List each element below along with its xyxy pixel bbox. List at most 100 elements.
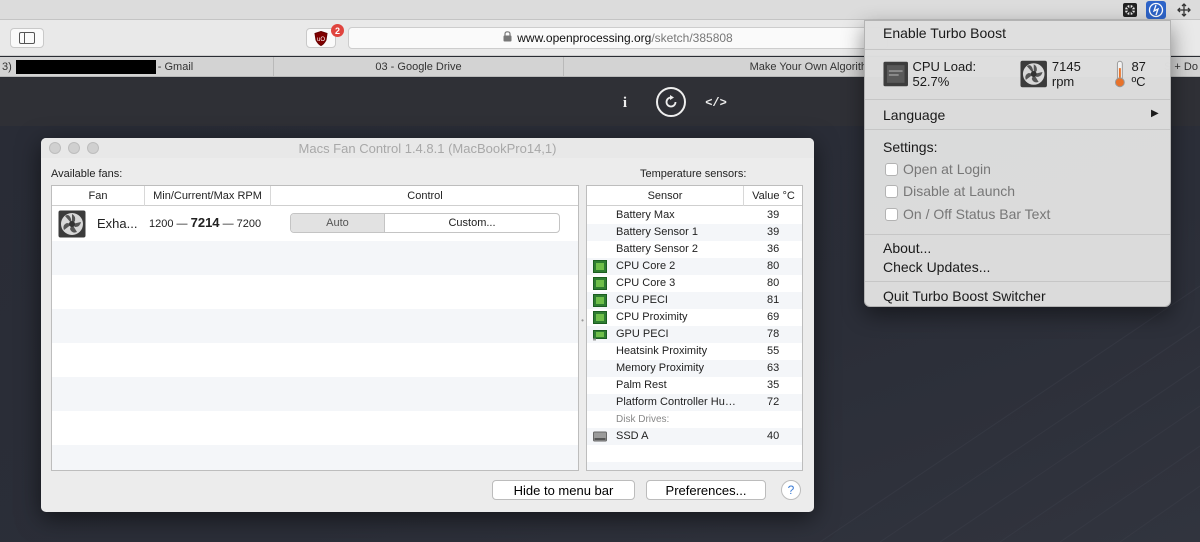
disable-at-launch-label: Disable at Launch <box>903 183 1016 199</box>
hide-to-menu-bar-button[interactable]: Hide to menu bar <box>492 480 635 500</box>
status-bar-text-label: On / Off Status Bar Text <box>903 206 1051 222</box>
tab-google-drive[interactable]: 03 - Google Drive <box>274 57 564 77</box>
sensor-value: 80 <box>767 277 780 289</box>
submenu-arrow-icon: ▶ <box>1151 108 1159 119</box>
sensor-name: Battery Sensor 1 <box>616 226 698 238</box>
fan-rpm-readout: 1200 — 7214 — 7200 <box>149 215 261 230</box>
disable-at-launch-checkbox[interactable]: Disable at Launch <box>885 183 1015 199</box>
available-fans-label: Available fans: <box>51 168 123 180</box>
sensor-row[interactable]: CPU Proximity 69 <box>587 309 802 326</box>
column-header-value[interactable]: Value °C <box>744 186 802 206</box>
cpu-load-label: CPU Load: 52.7% <box>912 59 977 89</box>
empty-row <box>52 241 578 275</box>
checkbox-unchecked-icon <box>885 207 898 221</box>
split-view-handle[interactable]: • <box>579 316 586 325</box>
column-header-fan[interactable]: Fan <box>52 186 145 206</box>
sensor-value: 72 <box>767 396 780 408</box>
sensor-name: Platform Controller Hub Die <box>616 396 740 408</box>
check-updates-menu-item[interactable]: Check Updates... <box>883 259 990 275</box>
menu-separator <box>865 129 1170 130</box>
help-button[interactable]: ? <box>781 480 801 500</box>
empty-row <box>52 411 578 445</box>
about-menu-item[interactable]: About... <box>883 240 931 256</box>
window-title: Macs Fan Control 1.4.8.1 (MacBookPro14,1… <box>298 141 557 156</box>
window-titlebar: Macs Fan Control 1.4.8.1 (MacBookPro14,1… <box>41 138 814 158</box>
sensor-row[interactable]: CPU PECI 81 <box>587 292 802 309</box>
restart-icon <box>665 95 677 108</box>
sensor-row[interactable]: Platform Controller Hub Die 72 <box>587 394 802 411</box>
checkbox-unchecked-icon <box>885 162 898 176</box>
fan-max-rpm: 7200 <box>236 218 262 230</box>
fan-row[interactable]: Exha... 1200 — 7214 — 7200 Auto Custom..… <box>52 207 578 241</box>
sensors-table-header: Sensor Value °C <box>587 186 802 206</box>
sensor-value: 69 <box>767 311 780 323</box>
fan-rpm-label: 7145 rpm <box>1051 59 1081 89</box>
temperature-sensors-table: Sensor Value °C Battery Max 39 Battery Sen… <box>586 185 803 471</box>
sidebar-icon <box>19 32 35 44</box>
gpu-sensor-icon <box>593 330 607 341</box>
code-button[interactable]: </> <box>703 90 729 116</box>
rpm-dash: — <box>222 218 234 230</box>
sidebar-toggle-button[interactable] <box>10 28 44 48</box>
turbo-boost-menubar-icon[interactable] <box>1146 1 1166 19</box>
sensor-row[interactable]: SSD A 40 <box>587 428 802 445</box>
language-menu-item[interactable]: Language <box>883 107 945 123</box>
disk-drives-group-label: Disk Drives: <box>616 414 670 425</box>
restart-button[interactable] <box>656 87 686 117</box>
tab-algorithm[interactable]: Make Your Own Algorith <box>564 57 874 77</box>
sensor-name: Palm Rest <box>616 379 667 391</box>
fan-icon <box>1020 60 1048 88</box>
empty-row <box>587 462 802 470</box>
cpu-chip-icon <box>883 61 908 87</box>
move-arrows-icon[interactable] <box>1174 1 1194 19</box>
fan-control-menubar-icon[interactable] <box>1120 1 1140 19</box>
fan-control-segmented: Auto Custom... <box>290 213 560 233</box>
empty-row <box>52 445 578 470</box>
sensor-value: 36 <box>767 243 780 255</box>
empty-row <box>587 445 802 462</box>
cpu-sensor-icon <box>593 277 607 290</box>
sensor-row[interactable]: CPU Core 2 80 <box>587 258 802 275</box>
shield-icon: uO <box>314 30 328 46</box>
info-button[interactable]: i <box>612 90 638 116</box>
enable-turbo-boost-item[interactable]: Enable Turbo Boost <box>883 25 1006 41</box>
sensor-value: 39 <box>767 209 780 221</box>
status-bar-text-checkbox[interactable]: On / Off Status Bar Text <box>885 206 1050 222</box>
sensor-value: 78 <box>767 328 780 340</box>
thermometer-icon <box>1114 60 1125 88</box>
sensor-row[interactable]: Memory Proximity 63 <box>587 360 802 377</box>
turbo-boost-menu: Enable Turbo Boost CPU Load: 52.7% 7145 … <box>864 20 1171 307</box>
extension-count-badge: 2 <box>331 24 344 37</box>
column-header-control[interactable]: Control <box>271 186 579 206</box>
custom-control-button[interactable]: Custom... <box>385 214 559 232</box>
fan-current-rpm: 7214 <box>190 215 220 230</box>
fan-name: Exha... <box>97 216 138 231</box>
sensor-row[interactable]: CPU Core 3 80 <box>587 275 802 292</box>
address-bar[interactable]: www.openprocessing.org/sketch/385808 <box>348 27 888 49</box>
sensor-row[interactable]: Battery Sensor 1 39 <box>587 224 802 241</box>
sensor-name: CPU Core 2 <box>616 260 676 272</box>
sensor-name: Battery Sensor 2 <box>616 243 698 255</box>
auto-control-button[interactable]: Auto <box>291 214 385 232</box>
tab-gmail[interactable]: 3) - Gmail <box>0 57 274 77</box>
tab-algorithm-label: Make Your Own Algorith <box>749 61 867 73</box>
sensor-name: GPU PECI <box>616 328 669 340</box>
sensor-row[interactable]: Palm Rest 35 <box>587 377 802 394</box>
menu-separator <box>865 234 1170 235</box>
empty-row <box>52 377 578 411</box>
preferences-button[interactable]: Preferences... <box>646 480 766 500</box>
quit-menu-item[interactable]: Quit Turbo Boost Switcher <box>883 288 1046 304</box>
sensor-value: 63 <box>767 362 780 374</box>
sensor-row[interactable]: GPU PECI 78 <box>587 326 802 343</box>
column-header-sensor[interactable]: Sensor <box>587 186 744 206</box>
sensor-row[interactable]: Heatsink Proximity 55 <box>587 343 802 360</box>
open-at-login-checkbox[interactable]: Open at Login <box>885 161 991 177</box>
fan-icon <box>58 210 86 238</box>
fans-table: Fan Min/Current/Max RPM Control Exha... … <box>51 185 579 471</box>
menu-separator <box>865 281 1170 282</box>
sensor-row[interactable]: Battery Max 39 <box>587 207 802 224</box>
column-header-rpm[interactable]: Min/Current/Max RPM <box>145 186 271 206</box>
sensor-value: 55 <box>767 345 780 357</box>
fan-min-rpm: 1200 <box>149 218 174 230</box>
sensor-row[interactable]: Battery Sensor 2 36 <box>587 241 802 258</box>
